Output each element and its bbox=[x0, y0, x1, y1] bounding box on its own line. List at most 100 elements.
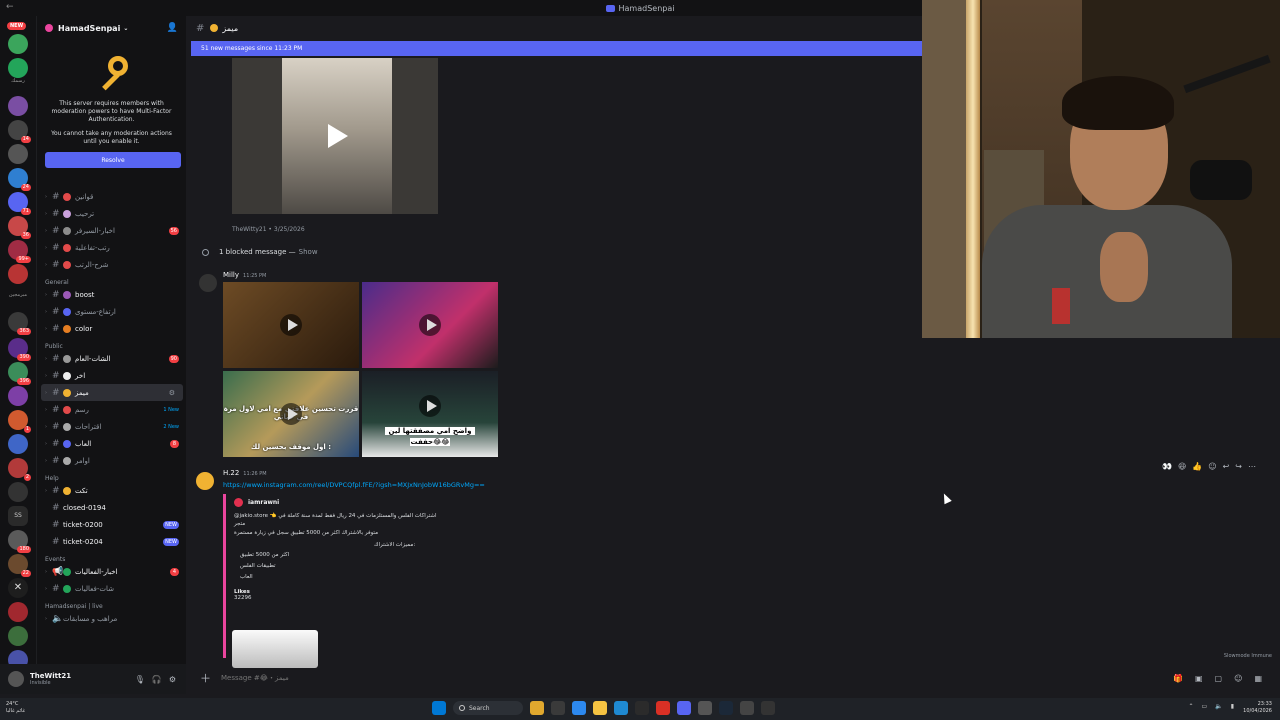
server-icon[interactable] bbox=[8, 386, 28, 406]
channel-item[interactable]: # ticket-0200 NEW bbox=[37, 516, 187, 533]
server-icon[interactable]: 1 bbox=[8, 410, 31, 433]
reply-icon[interactable]: ↩ bbox=[1223, 462, 1230, 471]
widgets-icon[interactable] bbox=[530, 701, 544, 715]
channel-item[interactable]: › # ترحيب bbox=[37, 205, 187, 222]
channel-item[interactable]: # ticket-0204 NEW bbox=[37, 533, 187, 550]
settings-gear-icon[interactable]: ⚙ bbox=[169, 675, 176, 684]
play-icon[interactable] bbox=[427, 400, 437, 412]
forward-icon[interactable]: ↪ bbox=[1235, 462, 1242, 471]
windows-start-icon[interactable] bbox=[432, 701, 446, 715]
channel-item[interactable]: › # الشات-العام 90 bbox=[37, 350, 187, 367]
message-input[interactable] bbox=[221, 674, 921, 682]
resolve-button[interactable]: Resolve bbox=[45, 152, 181, 168]
server-icon[interactable]: 396 bbox=[8, 362, 31, 385]
channel-item[interactable]: › 🔈 مراهب و مسابقات bbox=[37, 610, 187, 627]
gift-icon[interactable]: 🎁 bbox=[1173, 674, 1183, 683]
channel-item[interactable]: › # اخر bbox=[37, 367, 187, 384]
message-link[interactable]: https://www.instagram.com/reel/DVPCQfpl.… bbox=[223, 481, 485, 489]
server-icon[interactable] bbox=[8, 264, 28, 284]
file-explorer-icon[interactable] bbox=[593, 701, 607, 715]
server-icon[interactable] bbox=[8, 34, 28, 54]
server-icon[interactable] bbox=[8, 602, 28, 622]
channel-item[interactable]: › # رتب-تفاعلية bbox=[37, 239, 187, 256]
apps-icon[interactable]: ▦ bbox=[1254, 674, 1262, 683]
play-icon[interactable] bbox=[288, 408, 298, 420]
media-tile[interactable]: واضح امي مصفقتها لين حففت😂😂 bbox=[362, 371, 498, 457]
media-tile[interactable] bbox=[223, 282, 359, 368]
channel-item-active[interactable]: › # ميمز ⚙ bbox=[41, 384, 183, 401]
server-icon[interactable]: 24 bbox=[8, 168, 31, 191]
channel-item[interactable]: › # رسم 1 New bbox=[37, 401, 187, 418]
microphone-icon[interactable]: 🎙 bbox=[135, 675, 145, 684]
crossed-swords-icon[interactable]: ✕ bbox=[8, 578, 28, 598]
discord-icon[interactable] bbox=[677, 701, 691, 715]
add-member-icon[interactable]: 👤 bbox=[167, 23, 178, 33]
media-tile[interactable] bbox=[362, 282, 498, 368]
app-icon[interactable] bbox=[572, 701, 586, 715]
emoji-icon[interactable]: ☺ bbox=[1234, 674, 1242, 683]
app-icon[interactable] bbox=[761, 701, 775, 715]
server-icon[interactable] bbox=[8, 482, 28, 502]
category-public[interactable]: Public bbox=[37, 337, 187, 350]
show-blocked-link[interactable]: Show bbox=[299, 248, 318, 256]
steam-icon[interactable] bbox=[719, 701, 733, 715]
server-icon[interactable]: 36 bbox=[8, 216, 31, 239]
category-events[interactable]: Events bbox=[37, 550, 187, 563]
channel-item[interactable]: › # شات-فعاليات bbox=[37, 580, 187, 597]
volume-icon[interactable]: 🔈 bbox=[1215, 703, 1222, 710]
server-icon[interactable]: 99+ bbox=[8, 240, 31, 263]
video-attachment[interactable] bbox=[232, 58, 438, 214]
message-author[interactable]: H.22 11:26 PM bbox=[223, 469, 267, 477]
channel-item[interactable]: › # اوامر bbox=[37, 452, 187, 469]
headphones-icon[interactable]: 🎧 bbox=[152, 675, 162, 684]
server-icon[interactable] bbox=[8, 58, 28, 78]
server-icon[interactable]: 390 bbox=[8, 338, 31, 361]
channel-item[interactable]: › # العاب 8 bbox=[37, 435, 187, 452]
play-icon[interactable] bbox=[328, 124, 348, 148]
channel-item[interactable]: › # شرح-الرتب bbox=[37, 256, 187, 273]
server-icon[interactable]: 2 bbox=[8, 458, 31, 481]
channel-settings-icon[interactable]: ⚙ bbox=[169, 389, 175, 397]
embed-author[interactable]: iamrawni bbox=[248, 499, 279, 506]
server-icon[interactable]: 180 bbox=[8, 530, 31, 553]
new-messages-bar[interactable]: 51 new messages since 11:23 PM bbox=[191, 41, 922, 56]
add-reaction-icon[interactable]: ☺ bbox=[1208, 462, 1216, 471]
avatar[interactable] bbox=[196, 472, 214, 490]
server-icon[interactable]: 14 bbox=[8, 120, 31, 143]
channel-item[interactable]: › # قوانين bbox=[37, 188, 187, 205]
server-icon[interactable]: SS bbox=[8, 506, 28, 526]
server-icon[interactable]: 22 bbox=[8, 554, 31, 577]
avatar[interactable] bbox=[199, 274, 217, 292]
channel-item[interactable]: › # اخبار-السيرفر 56 bbox=[37, 222, 187, 239]
category-live[interactable]: Hamadsenpai | live bbox=[37, 597, 187, 610]
more-options-icon[interactable]: ⋯ bbox=[1248, 462, 1256, 471]
chevron-up-icon[interactable]: ⌃ bbox=[1189, 703, 1194, 710]
channel-item[interactable]: › # تكت bbox=[37, 482, 187, 499]
channel-item[interactable]: › 📢 اخبار-الفعاليات 4 bbox=[37, 563, 187, 580]
gif-icon[interactable]: ▣ bbox=[1195, 674, 1203, 683]
media-tile[interactable]: قررت تحسين علاقتي مع امي لاول مرة في حيا… bbox=[223, 371, 359, 457]
taskbar-clock[interactable]: 23:33 10/04/2026 bbox=[1243, 701, 1272, 715]
server-icon[interactable] bbox=[8, 626, 28, 646]
add-attachment-icon[interactable]: ＋ bbox=[200, 670, 211, 686]
app-icon[interactable] bbox=[635, 701, 649, 715]
thumbs-up-icon[interactable]: 👍 bbox=[1192, 462, 1202, 471]
server-icon[interactable] bbox=[8, 96, 28, 116]
server-header[interactable]: HamadSenpai ⌄ 👤 bbox=[37, 16, 186, 40]
laugh-reaction-icon[interactable]: 😆 bbox=[1178, 462, 1186, 471]
server-icon[interactable] bbox=[8, 144, 28, 164]
embed-thumbnail[interactable] bbox=[232, 630, 318, 668]
battery-icon[interactable]: ▮ bbox=[1231, 703, 1234, 710]
eyes-reaction-icon[interactable]: 👀 bbox=[1162, 462, 1172, 471]
chrome-icon[interactable] bbox=[656, 701, 670, 715]
server-icon[interactable] bbox=[8, 434, 28, 454]
taskbar-search[interactable]: Search bbox=[453, 701, 523, 715]
server-icon[interactable]: 71 bbox=[8, 192, 31, 215]
sticker-icon[interactable]: ▢ bbox=[1215, 674, 1223, 683]
edge-icon[interactable] bbox=[614, 701, 628, 715]
weather-widget[interactable]: 24°C غائم غالبا bbox=[6, 701, 25, 715]
avatar[interactable] bbox=[8, 671, 24, 687]
play-icon[interactable] bbox=[288, 319, 298, 331]
channel-item[interactable]: › # ارتفاع-مستوى bbox=[37, 303, 187, 320]
channel-item[interactable]: # closed-0194 bbox=[37, 499, 187, 516]
